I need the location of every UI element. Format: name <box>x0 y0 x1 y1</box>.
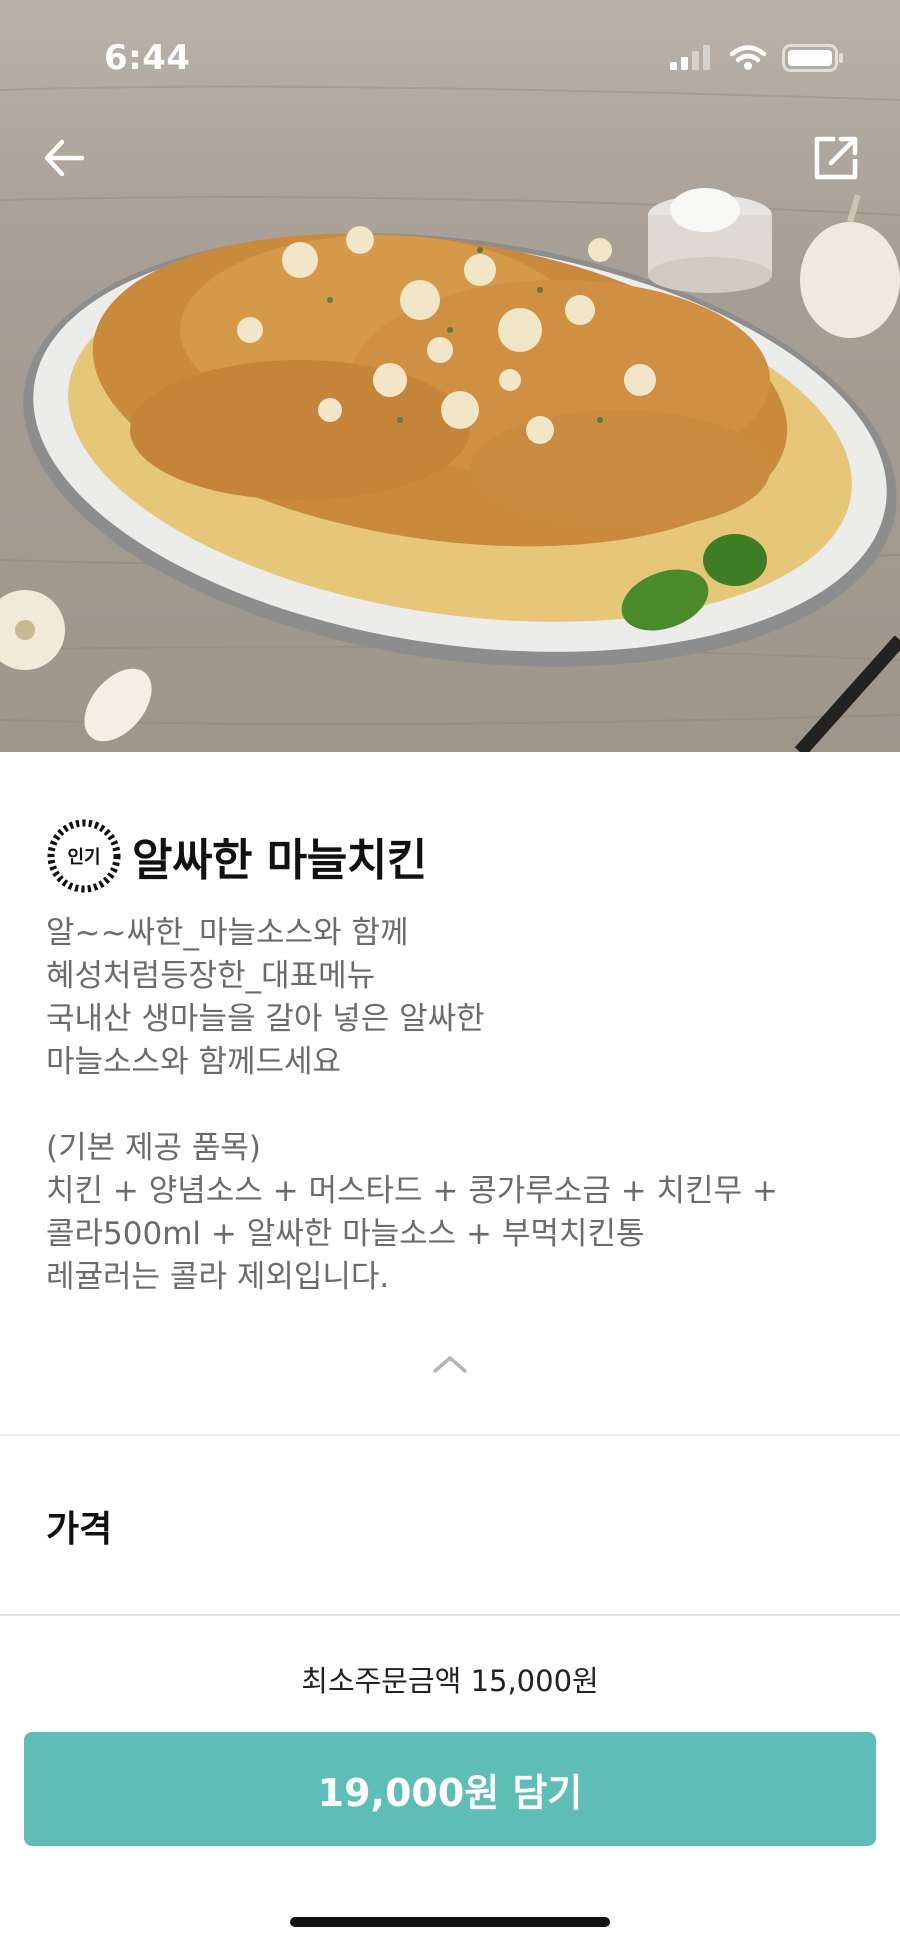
collapse-description-button[interactable] <box>425 1344 475 1384</box>
arrow-left-icon <box>44 139 85 177</box>
popular-badge: 인기 <box>46 818 122 894</box>
add-to-cart-button[interactable]: 19,000원 담기 <box>24 1732 876 1846</box>
description-line: 마늘소스와 함께드세요 <box>46 1044 342 1080</box>
description-line: 혜성처럼등장한_대표메뉴 <box>46 958 376 994</box>
battery-icon <box>782 44 844 76</box>
back-button[interactable] <box>36 130 92 186</box>
wifi-icon <box>729 45 767 75</box>
title-row: 인기 알싸한 마늘치킨 <box>46 818 427 894</box>
status-time: 6:44 <box>104 38 191 78</box>
minimum-order-amount: 최소주문금액 15,000원 <box>301 1664 599 1698</box>
footer-divider <box>0 1614 900 1616</box>
signal-icon <box>668 45 714 75</box>
section-divider <box>0 1434 900 1436</box>
description-line: (기본 제공 품목) <box>46 1130 262 1166</box>
item-title: 알싸한 마늘치킨 <box>132 835 427 886</box>
chevron-up-icon <box>433 1356 467 1373</box>
item-description: 알~~싸한_마늘소스와 함께 혜성처럼등장한_대표메뉴 국내산 생마늘을 갈아 … <box>46 912 866 1299</box>
share-external-icon <box>814 136 858 180</box>
share-button[interactable] <box>808 130 864 186</box>
description-line: 국내산 생마늘을 갈아 넣은 알싸한 <box>46 1001 485 1037</box>
status-icons <box>668 44 844 76</box>
description-line: 치킨 + 양념소스 + 머스타드 + 콩가루소금 + 치킨무 + <box>46 1173 778 1209</box>
description-line: 알~~싸한_마늘소스와 함께 <box>46 915 409 951</box>
description-line: 레귤러는 콜라 제외입니다. <box>46 1259 390 1295</box>
home-indicator <box>290 1917 610 1927</box>
price-section-heading: 가격 <box>46 1509 113 1550</box>
description-line: 콜라500ml + 알싸한 마늘소스 + 부먹치킨통 <box>46 1216 645 1252</box>
badge-label: 인기 <box>67 847 101 868</box>
status-bar: 6:44 <box>0 0 900 120</box>
